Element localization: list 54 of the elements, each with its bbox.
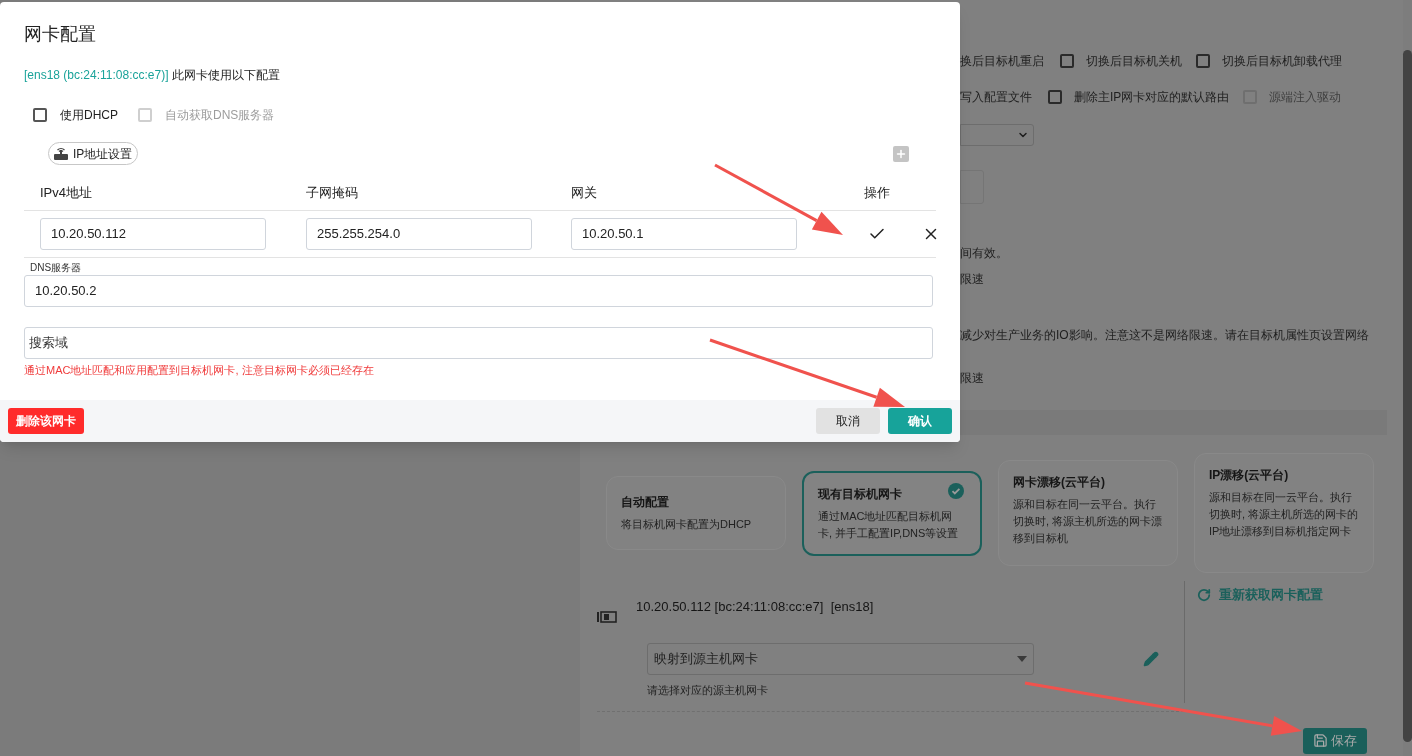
- nic-summary: 10.20.50.112 [bc:24:11:08:cc:e7] [ens18]: [636, 598, 874, 616]
- description-text: 限速: [960, 370, 985, 387]
- checkbox[interactable]: [33, 108, 47, 122]
- checkbox[interactable]: [1060, 54, 1074, 68]
- option-label: 源端注入驱动: [1269, 89, 1342, 106]
- network-card-icon: [597, 611, 617, 623]
- card-description: 将目标机网卡配置为DHCP: [621, 517, 753, 532]
- ip-input-field[interactable]: 255.255.254.0: [306, 217, 532, 250]
- dialog-title: 网卡配置: [24, 23, 97, 46]
- description-text: 减少对生产业务的IO影响。注意这不是网络限速。请在目标机属性页设置网络: [960, 327, 1370, 344]
- card-title: IP漂移(云平台): [1209, 467, 1289, 484]
- column-header: 操作: [864, 184, 891, 202]
- checkbox[interactable]: [1196, 54, 1210, 68]
- delete-button[interactable]: 删除该网卡: [8, 408, 84, 434]
- mode-card[interactable]: 现有目标机网卡 通过MAC地址匹配目标机网卡, 并手工配置IP,DNS等设置: [802, 470, 982, 556]
- save-button[interactable]: 保存: [1303, 727, 1367, 754]
- mode-card[interactable]: 网卡漂移(云平台) 源和目标在同一云平台。执行切换时, 将源主机所选的网卡漂移到目标机: [998, 460, 1178, 566]
- option-label: 写入配置文件: [960, 89, 1032, 106]
- option-label: 自动获取DNS服务器: [165, 107, 275, 124]
- card-title: 现有目标机网卡: [818, 485, 902, 503]
- column-header: IPv4地址: [40, 184, 93, 202]
- nic-heading: [ens18 (bc:24:11:08:cc:e7)] 此网卡使用以下配置: [24, 67, 281, 84]
- confirm-button[interactable]: 确认: [888, 408, 952, 434]
- refresh-icon: [1197, 587, 1211, 602]
- warning-text: 通过MAC地址匹配和应用配置到目标机网卡, 注意目标网卡必须已经存在: [24, 362, 375, 378]
- card-title: 网卡漂移(云平台): [1013, 474, 1105, 491]
- router-icon: [54, 147, 68, 160]
- ip-input-field[interactable]: 10.20.50.1: [571, 217, 797, 250]
- option-label: 换后目标机重启: [960, 53, 1044, 70]
- field-label: DNS服务器: [30, 261, 83, 274]
- card-description: 源和目标在同一云平台。执行切换时, 将源主机所选的网卡漂移到目标机: [1013, 497, 1163, 546]
- helper-text: 请选择对应的源主机网卡: [647, 683, 769, 698]
- ip-input-field[interactable]: 10.20.50.112: [40, 217, 266, 250]
- option-label: 切换后目标机卸载代理: [1222, 53, 1342, 70]
- description-text: 限速: [960, 271, 985, 288]
- caret-down-icon: [1017, 656, 1027, 662]
- mode-card[interactable]: IP漂移(云平台) 源和目标在同一云平台。执行切换时, 将源主机所选的网卡的IP地址漂移到目标机指定网卡: [1194, 453, 1374, 573]
- save-icon: [1313, 733, 1328, 748]
- option-label: 删除主IP网卡对应的默认路由: [1074, 89, 1230, 106]
- mapping-select[interactable]: 映射到源主机网卡: [647, 643, 1034, 675]
- description-text: 间有效。: [960, 245, 1009, 262]
- option-label: 切换后目标机关机: [1086, 53, 1182, 70]
- dns-input-field[interactable]: 10.20.50.2: [24, 274, 933, 307]
- column-header: 网关: [571, 184, 598, 202]
- option-label: 使用DHCP: [60, 107, 118, 124]
- card-description: 通过MAC地址匹配目标机网卡, 并手工配置IP,DNS等设置: [818, 508, 960, 541]
- column-header: 子网掩码: [306, 184, 359, 202]
- cancel-button[interactable]: 取消: [816, 408, 880, 434]
- checkbox[interactable]: [1048, 90, 1062, 104]
- mode-card[interactable]: 自动配置 将目标机网卡配置为DHCP: [606, 476, 786, 550]
- check-circle-icon: [948, 482, 964, 499]
- search-domain-field[interactable]: 搜索域: [24, 326, 933, 359]
- card-description: 源和目标在同一云平台。执行切换时, 将源主机所选的网卡的IP地址漂移到目标机指定网卡: [1209, 490, 1359, 539]
- card-title: 自动配置: [621, 494, 669, 511]
